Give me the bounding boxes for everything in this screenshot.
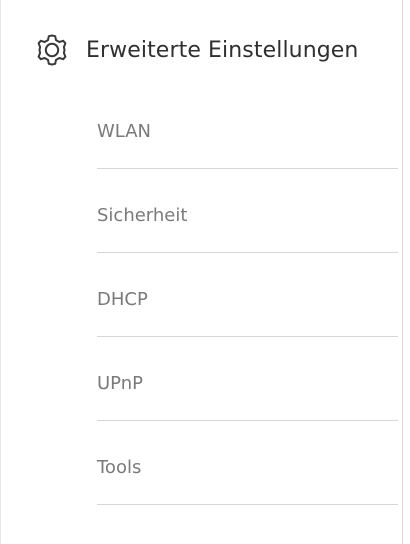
menu-item-wlan[interactable]: WLAN xyxy=(97,85,398,169)
menu-item-label: DHCP xyxy=(97,289,148,310)
menu-item-label: Tools xyxy=(97,457,142,478)
menu-item-sicherheit[interactable]: Sicherheit xyxy=(97,169,398,253)
advanced-settings-header[interactable]: Erweiterte Einstellungen xyxy=(34,30,358,70)
advanced-settings-menu: WLAN Sicherheit DHCP UPnP Tools xyxy=(97,85,398,505)
menu-item-label: WLAN xyxy=(97,121,152,142)
menu-item-upnp[interactable]: UPnP xyxy=(97,337,398,421)
advanced-settings-panel: Erweiterte Einstellungen WLAN Sicherheit… xyxy=(0,0,403,544)
menu-item-dhcp[interactable]: DHCP xyxy=(97,253,398,337)
menu-item-label: UPnP xyxy=(97,373,143,394)
page-title: Erweiterte Einstellungen xyxy=(86,37,359,63)
menu-item-label: Sicherheit xyxy=(97,205,188,226)
gear-icon xyxy=(34,32,70,68)
menu-item-tools[interactable]: Tools xyxy=(97,421,398,505)
